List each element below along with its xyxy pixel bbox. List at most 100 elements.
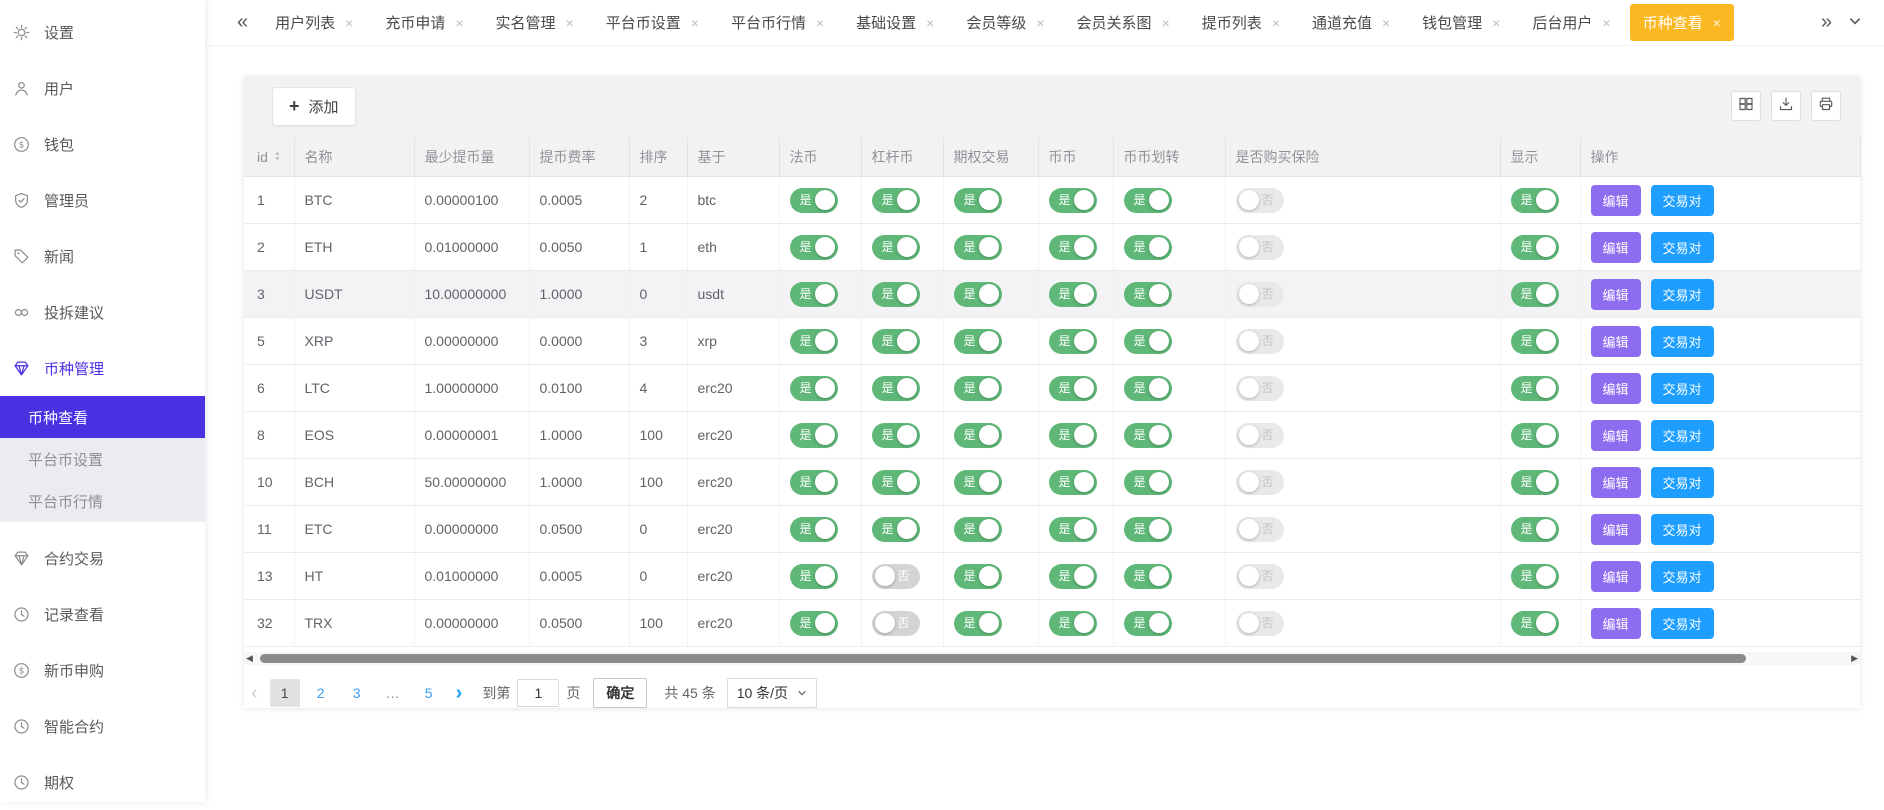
next-page-icon[interactable]: ›	[451, 683, 468, 703]
leverage-toggle[interactable]: 是	[872, 329, 920, 354]
tab-close-icon[interactable]: ×	[1382, 16, 1390, 30]
tab-close-icon[interactable]: ×	[926, 16, 934, 30]
option-toggle[interactable]: 是	[954, 329, 1002, 354]
leverage-toggle[interactable]: 否	[872, 564, 920, 589]
page-number-3[interactable]: 3	[342, 679, 372, 707]
coin-toggle[interactable]: 是	[1049, 517, 1097, 542]
trade-pair-button[interactable]: 交易对	[1651, 514, 1714, 545]
sidebar-item-新币申购[interactable]: $新币申购	[0, 642, 205, 698]
leverage-toggle[interactable]: 是	[872, 235, 920, 260]
sidebar-item-记录查看[interactable]: 记录查看	[0, 586, 205, 642]
tab-close-icon[interactable]: ×	[1272, 16, 1280, 30]
prev-page-icon[interactable]: ‹	[246, 683, 263, 703]
trade-pair-button[interactable]: 交易对	[1651, 608, 1714, 639]
tab-币种查看[interactable]: 币种查看×	[1630, 4, 1734, 41]
tab-close-icon[interactable]: ×	[1602, 16, 1610, 30]
tab-close-icon[interactable]: ×	[345, 16, 353, 30]
trade-pair-button[interactable]: 交易对	[1651, 326, 1714, 357]
trade-pair-button[interactable]: 交易对	[1651, 373, 1714, 404]
tab-平台币设置[interactable]: 平台币设置×	[593, 4, 712, 41]
sidebar-item-新闻[interactable]: 新闻	[0, 228, 205, 284]
leverage-toggle[interactable]: 是	[872, 517, 920, 542]
show-toggle[interactable]: 是	[1511, 329, 1559, 354]
tab-options-chevron-icon[interactable]	[1840, 11, 1870, 34]
transfer-toggle[interactable]: 是	[1124, 470, 1172, 495]
leverage-toggle[interactable]: 是	[872, 376, 920, 401]
edit-button[interactable]: 编辑	[1591, 608, 1641, 639]
edit-button[interactable]: 编辑	[1591, 514, 1641, 545]
fiat-toggle[interactable]: 是	[790, 564, 838, 589]
show-toggle[interactable]: 是	[1511, 282, 1559, 307]
transfer-toggle[interactable]: 是	[1124, 235, 1172, 260]
sidebar-item-设置[interactable]: 设置	[0, 4, 205, 60]
horizontal-scrollbar[interactable]: ◀ ▶	[244, 652, 1860, 665]
tab-close-icon[interactable]: ×	[1492, 16, 1500, 30]
insurance-toggle[interactable]: 否	[1236, 329, 1284, 354]
edit-button[interactable]: 编辑	[1591, 326, 1641, 357]
trade-pair-button[interactable]: 交易对	[1651, 420, 1714, 451]
scroll-left-arrow-icon[interactable]: ◀	[246, 652, 253, 665]
fiat-toggle[interactable]: 是	[790, 611, 838, 636]
option-toggle[interactable]: 是	[954, 423, 1002, 448]
leverage-toggle[interactable]: 是	[872, 470, 920, 495]
scroll-right-arrow-icon[interactable]: ▶	[1851, 652, 1858, 665]
transfer-toggle[interactable]: 是	[1124, 564, 1172, 589]
tab-充币申请[interactable]: 充币申请×	[372, 4, 476, 41]
transfer-toggle[interactable]: 是	[1124, 611, 1172, 636]
tab-close-icon[interactable]: ×	[691, 16, 699, 30]
edit-button[interactable]: 编辑	[1591, 185, 1641, 216]
scroll-tabs-left-icon[interactable]: «	[229, 11, 256, 34]
fiat-toggle[interactable]: 是	[790, 470, 838, 495]
leverage-toggle[interactable]: 是	[872, 282, 920, 307]
edit-button[interactable]: 编辑	[1591, 279, 1641, 310]
scrollbar-thumb[interactable]	[260, 654, 1746, 663]
transfer-toggle[interactable]: 是	[1124, 517, 1172, 542]
option-toggle[interactable]: 是	[954, 517, 1002, 542]
sidebar-item-投拆建议[interactable]: 投拆建议	[0, 284, 205, 340]
trade-pair-button[interactable]: 交易对	[1651, 467, 1714, 498]
fiat-toggle[interactable]: 是	[790, 282, 838, 307]
page-number-2[interactable]: 2	[306, 679, 336, 707]
sidebar-subitem-平台币行情[interactable]: 平台币行情	[0, 480, 205, 522]
sidebar-item-智能合约[interactable]: 智能合约	[0, 698, 205, 754]
transfer-toggle[interactable]: 是	[1124, 329, 1172, 354]
show-toggle[interactable]: 是	[1511, 188, 1559, 213]
columns-grid-button[interactable]	[1731, 91, 1761, 121]
coin-toggle[interactable]: 是	[1049, 470, 1097, 495]
insurance-toggle[interactable]: 否	[1236, 423, 1284, 448]
tab-用户列表[interactable]: 用户列表×	[262, 4, 366, 41]
show-toggle[interactable]: 是	[1511, 423, 1559, 448]
tab-close-icon[interactable]: ×	[455, 16, 463, 30]
tab-后台用户[interactable]: 后台用户×	[1519, 4, 1623, 41]
leverage-toggle[interactable]: 否	[872, 611, 920, 636]
tab-会员等级[interactable]: 会员等级×	[953, 4, 1057, 41]
export-button[interactable]	[1771, 91, 1801, 121]
confirm-button[interactable]: 确定	[593, 678, 647, 708]
coin-toggle[interactable]: 是	[1049, 423, 1097, 448]
coin-toggle[interactable]: 是	[1049, 282, 1097, 307]
tab-钱包管理[interactable]: 钱包管理×	[1409, 4, 1513, 41]
sidebar-item-用户[interactable]: 用户	[0, 60, 205, 116]
scroll-tabs-right-icon[interactable]: »	[1813, 11, 1840, 34]
option-toggle[interactable]: 是	[954, 282, 1002, 307]
fiat-toggle[interactable]: 是	[790, 329, 838, 354]
coin-toggle[interactable]: 是	[1049, 329, 1097, 354]
tab-close-icon[interactable]: ×	[1162, 16, 1170, 30]
goto-page-input[interactable]	[517, 679, 559, 707]
insurance-toggle[interactable]: 否	[1236, 376, 1284, 401]
show-toggle[interactable]: 是	[1511, 517, 1559, 542]
sidebar-item-币种管理[interactable]: 币种管理	[0, 340, 205, 396]
tab-close-icon[interactable]: ×	[1713, 16, 1721, 30]
option-toggle[interactable]: 是	[954, 188, 1002, 213]
insurance-toggle[interactable]: 否	[1236, 282, 1284, 307]
fiat-toggle[interactable]: 是	[790, 188, 838, 213]
tab-会员关系图[interactable]: 会员关系图×	[1064, 4, 1183, 41]
insurance-toggle[interactable]: 否	[1236, 564, 1284, 589]
transfer-toggle[interactable]: 是	[1124, 282, 1172, 307]
print-button[interactable]	[1811, 91, 1841, 121]
coin-toggle[interactable]: 是	[1049, 564, 1097, 589]
page-number-1[interactable]: 1	[270, 679, 300, 707]
sidebar-item-合约交易[interactable]: 合约交易	[0, 530, 205, 586]
tab-实名管理[interactable]: 实名管理×	[483, 4, 587, 41]
tab-close-icon[interactable]: ×	[816, 16, 824, 30]
